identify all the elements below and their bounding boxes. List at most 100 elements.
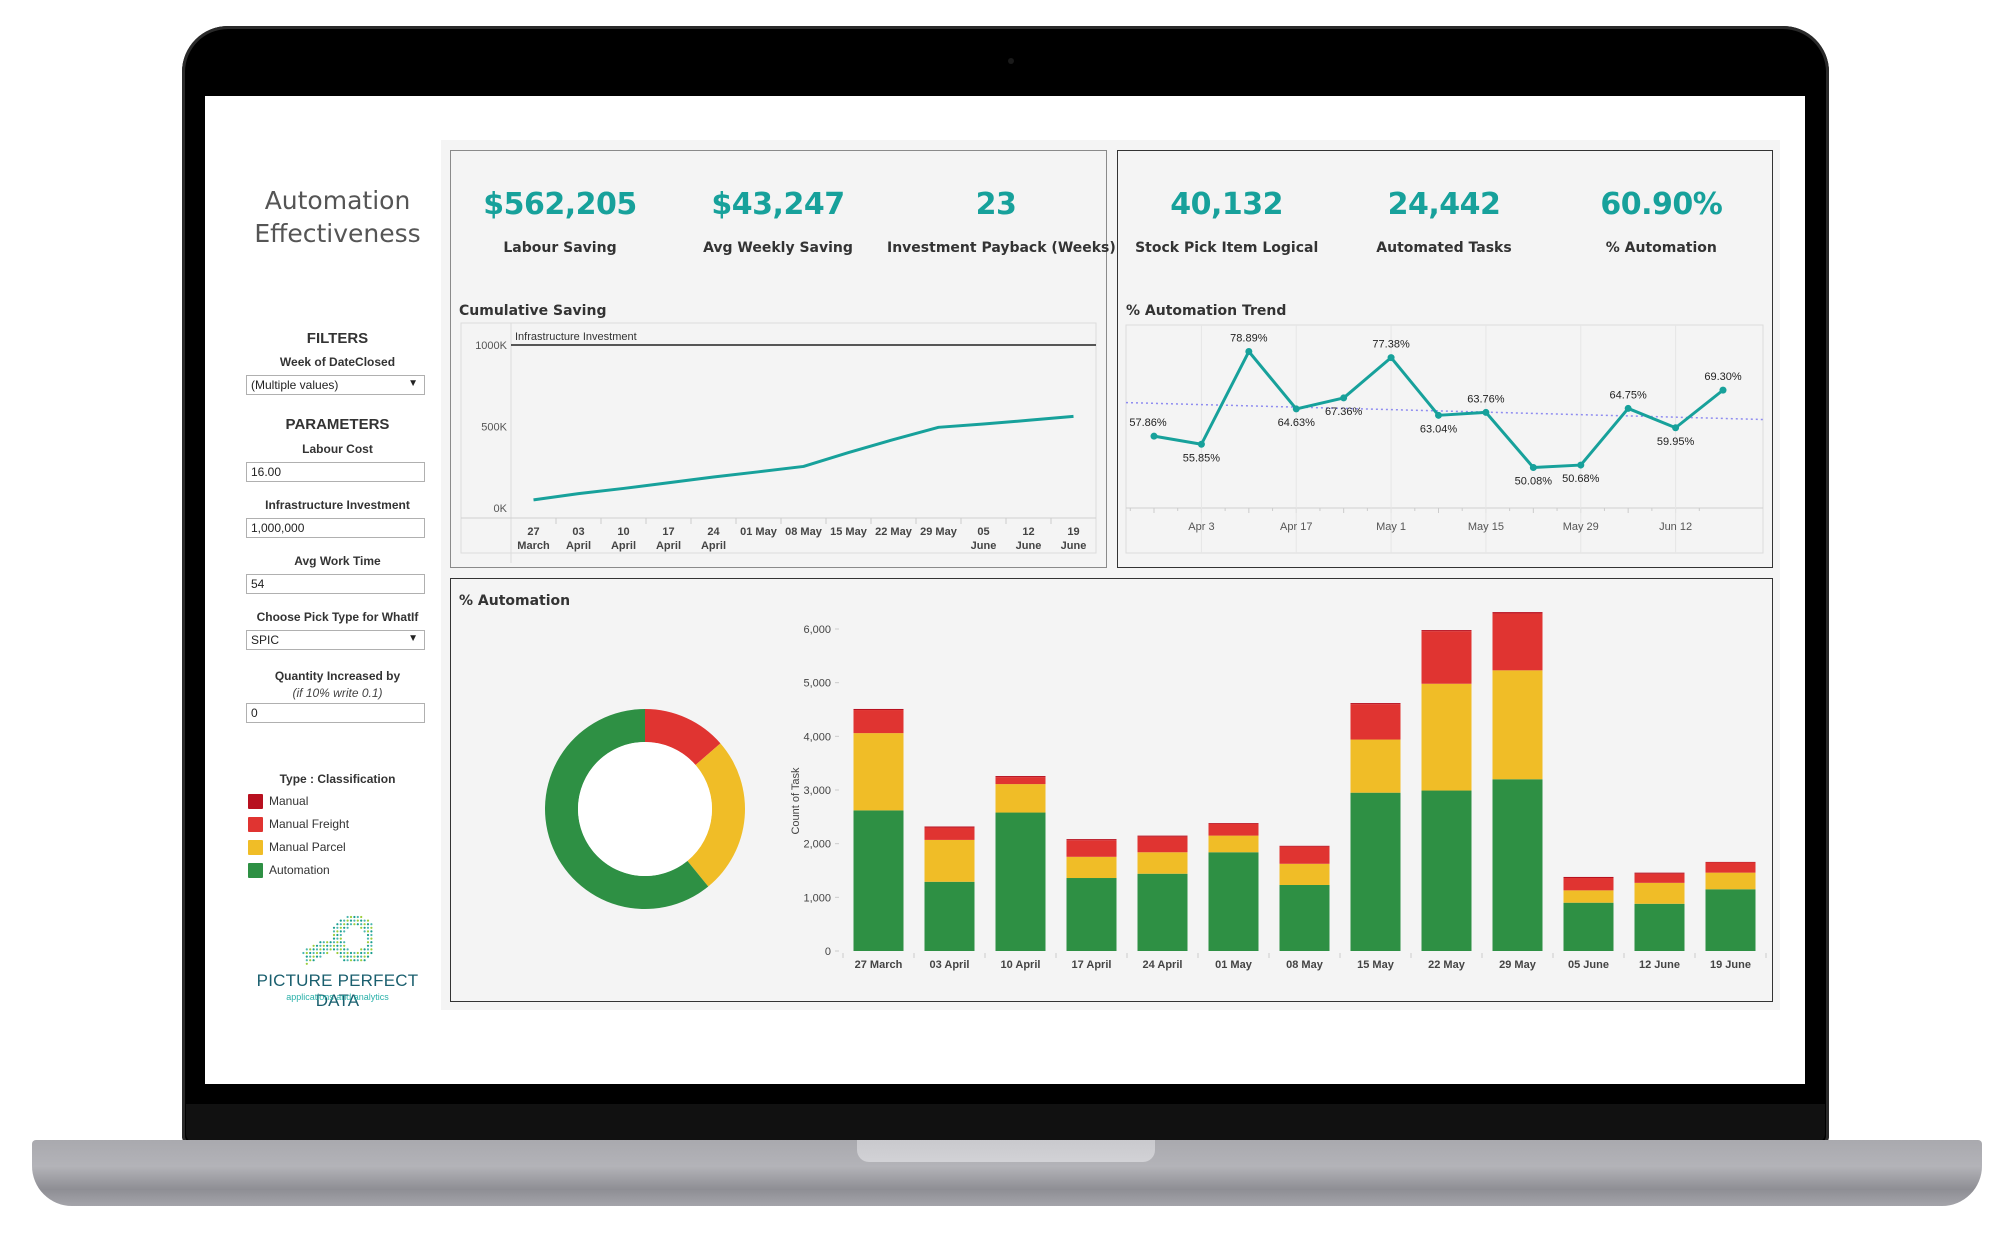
logo-dot (346, 959, 349, 962)
automation-donut-title: % Automation (459, 593, 571, 609)
logo-dot (322, 948, 325, 951)
week-filter-dropdown[interactable]: (Multiple values) ▼ (246, 375, 425, 395)
logo-dot (315, 944, 319, 947)
logo-dot (332, 944, 336, 947)
logo-dot (346, 915, 349, 919)
legend-item[interactable]: Manual Parcel (248, 840, 346, 856)
bar-segment-automation (1563, 902, 1614, 951)
camera-icon (1008, 58, 1014, 64)
logo-dot (343, 930, 346, 933)
trend-data-label: 59.95% (1657, 436, 1695, 448)
bar-segment-manual (1208, 823, 1259, 824)
logo-dot (360, 951, 363, 955)
quantity-increased-input[interactable]: 0 (246, 703, 425, 723)
bar-segment-manual-parcel (924, 839, 975, 882)
logo-dot (353, 915, 356, 919)
logo-dot (305, 955, 308, 958)
logo-dot (343, 955, 346, 958)
reference-line-label: Infrastructure Investment (515, 331, 637, 343)
savings-kpi: 23 Investment Payback (Weeks) (887, 187, 1116, 256)
trend-point (1719, 386, 1727, 394)
x-tick-label: 15 May (1357, 959, 1395, 971)
bar-segment-manual-freight (995, 777, 1046, 785)
logo-dot (360, 959, 363, 962)
bar-segment-manual-freight (1563, 878, 1614, 891)
logo-dot (346, 923, 349, 926)
legend-label: Manual Freight (269, 817, 350, 831)
x-tick-label: April (656, 540, 681, 552)
parameters-heading: PARAMETERS (285, 416, 390, 433)
logo-dot (360, 923, 363, 926)
infrastructure-investment-input[interactable]: 1,000,000 (246, 518, 425, 538)
page-title: Automation Effectiveness (245, 184, 430, 250)
logo-dot (309, 951, 312, 955)
y-tick-label: 0 (825, 946, 831, 958)
kpi-label: Automated Tasks (1376, 240, 1512, 256)
kpi-value: $562,205 (483, 187, 637, 222)
sidebar: Automation Effectiveness FILTERS Week of… (245, 96, 430, 1084)
trend-data-label: 57.86% (1129, 417, 1167, 429)
logo-dot (322, 941, 325, 944)
labour-cost-input[interactable]: 16.00 (246, 462, 425, 482)
logo-dot (312, 951, 315, 955)
bar-segment-manual-freight (1634, 873, 1685, 883)
x-tick-label: 29 May (1499, 959, 1537, 971)
logo-dot (339, 955, 342, 958)
x-tick-label: 10 (617, 526, 629, 538)
logo-dot (366, 948, 370, 951)
trend-point (1197, 440, 1205, 448)
trend-point (1529, 463, 1537, 471)
legend-item[interactable]: Manual Freight (248, 817, 349, 833)
logo-dot (343, 923, 346, 926)
automation-kpi: 40,132 Stock Pick Item Logical (1118, 187, 1335, 256)
laptop-bezel-bottom (186, 1104, 1825, 1142)
logo-dot (336, 951, 339, 955)
avg-work-time-input[interactable]: 54 (246, 574, 425, 594)
x-tick-label: 15 May (830, 526, 868, 538)
logo-dot (336, 937, 339, 940)
bar-segment-automation (1208, 852, 1259, 951)
dropdown-arrow-icon: ▼ (408, 633, 418, 644)
trend-point (1435, 411, 1442, 419)
kpi-value: 60.90% (1600, 187, 1723, 222)
logo-dot (326, 951, 329, 955)
logo-dot (360, 955, 363, 958)
dropdown-arrow-icon: ▼ (408, 378, 418, 389)
logo-dot (339, 933, 342, 937)
x-tick-label: 19 (1067, 526, 1079, 538)
kpi-label: Avg Weekly Saving (703, 240, 853, 256)
x-tick-label: May 29 (1563, 521, 1599, 533)
x-tick-label: March (517, 540, 550, 552)
bar-segment-manual-parcel (853, 733, 904, 811)
bar-segment-manual-parcel (1137, 852, 1188, 874)
logo-dot (336, 930, 339, 933)
legend-item[interactable]: Manual (248, 794, 308, 810)
y-tick-label: 2,000 (803, 839, 831, 851)
logo-dot (353, 951, 356, 955)
logo-dot (370, 941, 373, 944)
logo-dot (339, 937, 342, 940)
logo-dot (332, 941, 336, 944)
x-tick-label: 01 May (1215, 959, 1253, 971)
logo-dot (366, 941, 370, 944)
logo-dot (336, 923, 339, 926)
logo-dot (339, 948, 342, 951)
logo-dot (366, 926, 370, 929)
logo-dot (336, 926, 339, 929)
logo-dot (349, 955, 353, 958)
logo-dot (346, 926, 349, 929)
logo-dot (309, 955, 312, 958)
bar-segment-manual (1421, 630, 1472, 632)
trend-point (1672, 424, 1680, 432)
bar-segment-manual (1492, 612, 1543, 614)
logo-dot (312, 944, 315, 947)
pick-type-dropdown[interactable]: SPIC ▼ (246, 630, 425, 650)
legend-item[interactable]: Automation (248, 863, 330, 879)
logo-dot (366, 955, 370, 958)
bar-segment-automation (1279, 884, 1330, 951)
logo-dot (360, 915, 363, 919)
x-tick-label: 12 June (1639, 959, 1680, 971)
y-tick-label: 500K (481, 422, 507, 434)
week-filter-label: Week of DateClosed (279, 355, 396, 369)
savings-kpi: $43,247 Avg Weekly Saving (669, 187, 887, 256)
